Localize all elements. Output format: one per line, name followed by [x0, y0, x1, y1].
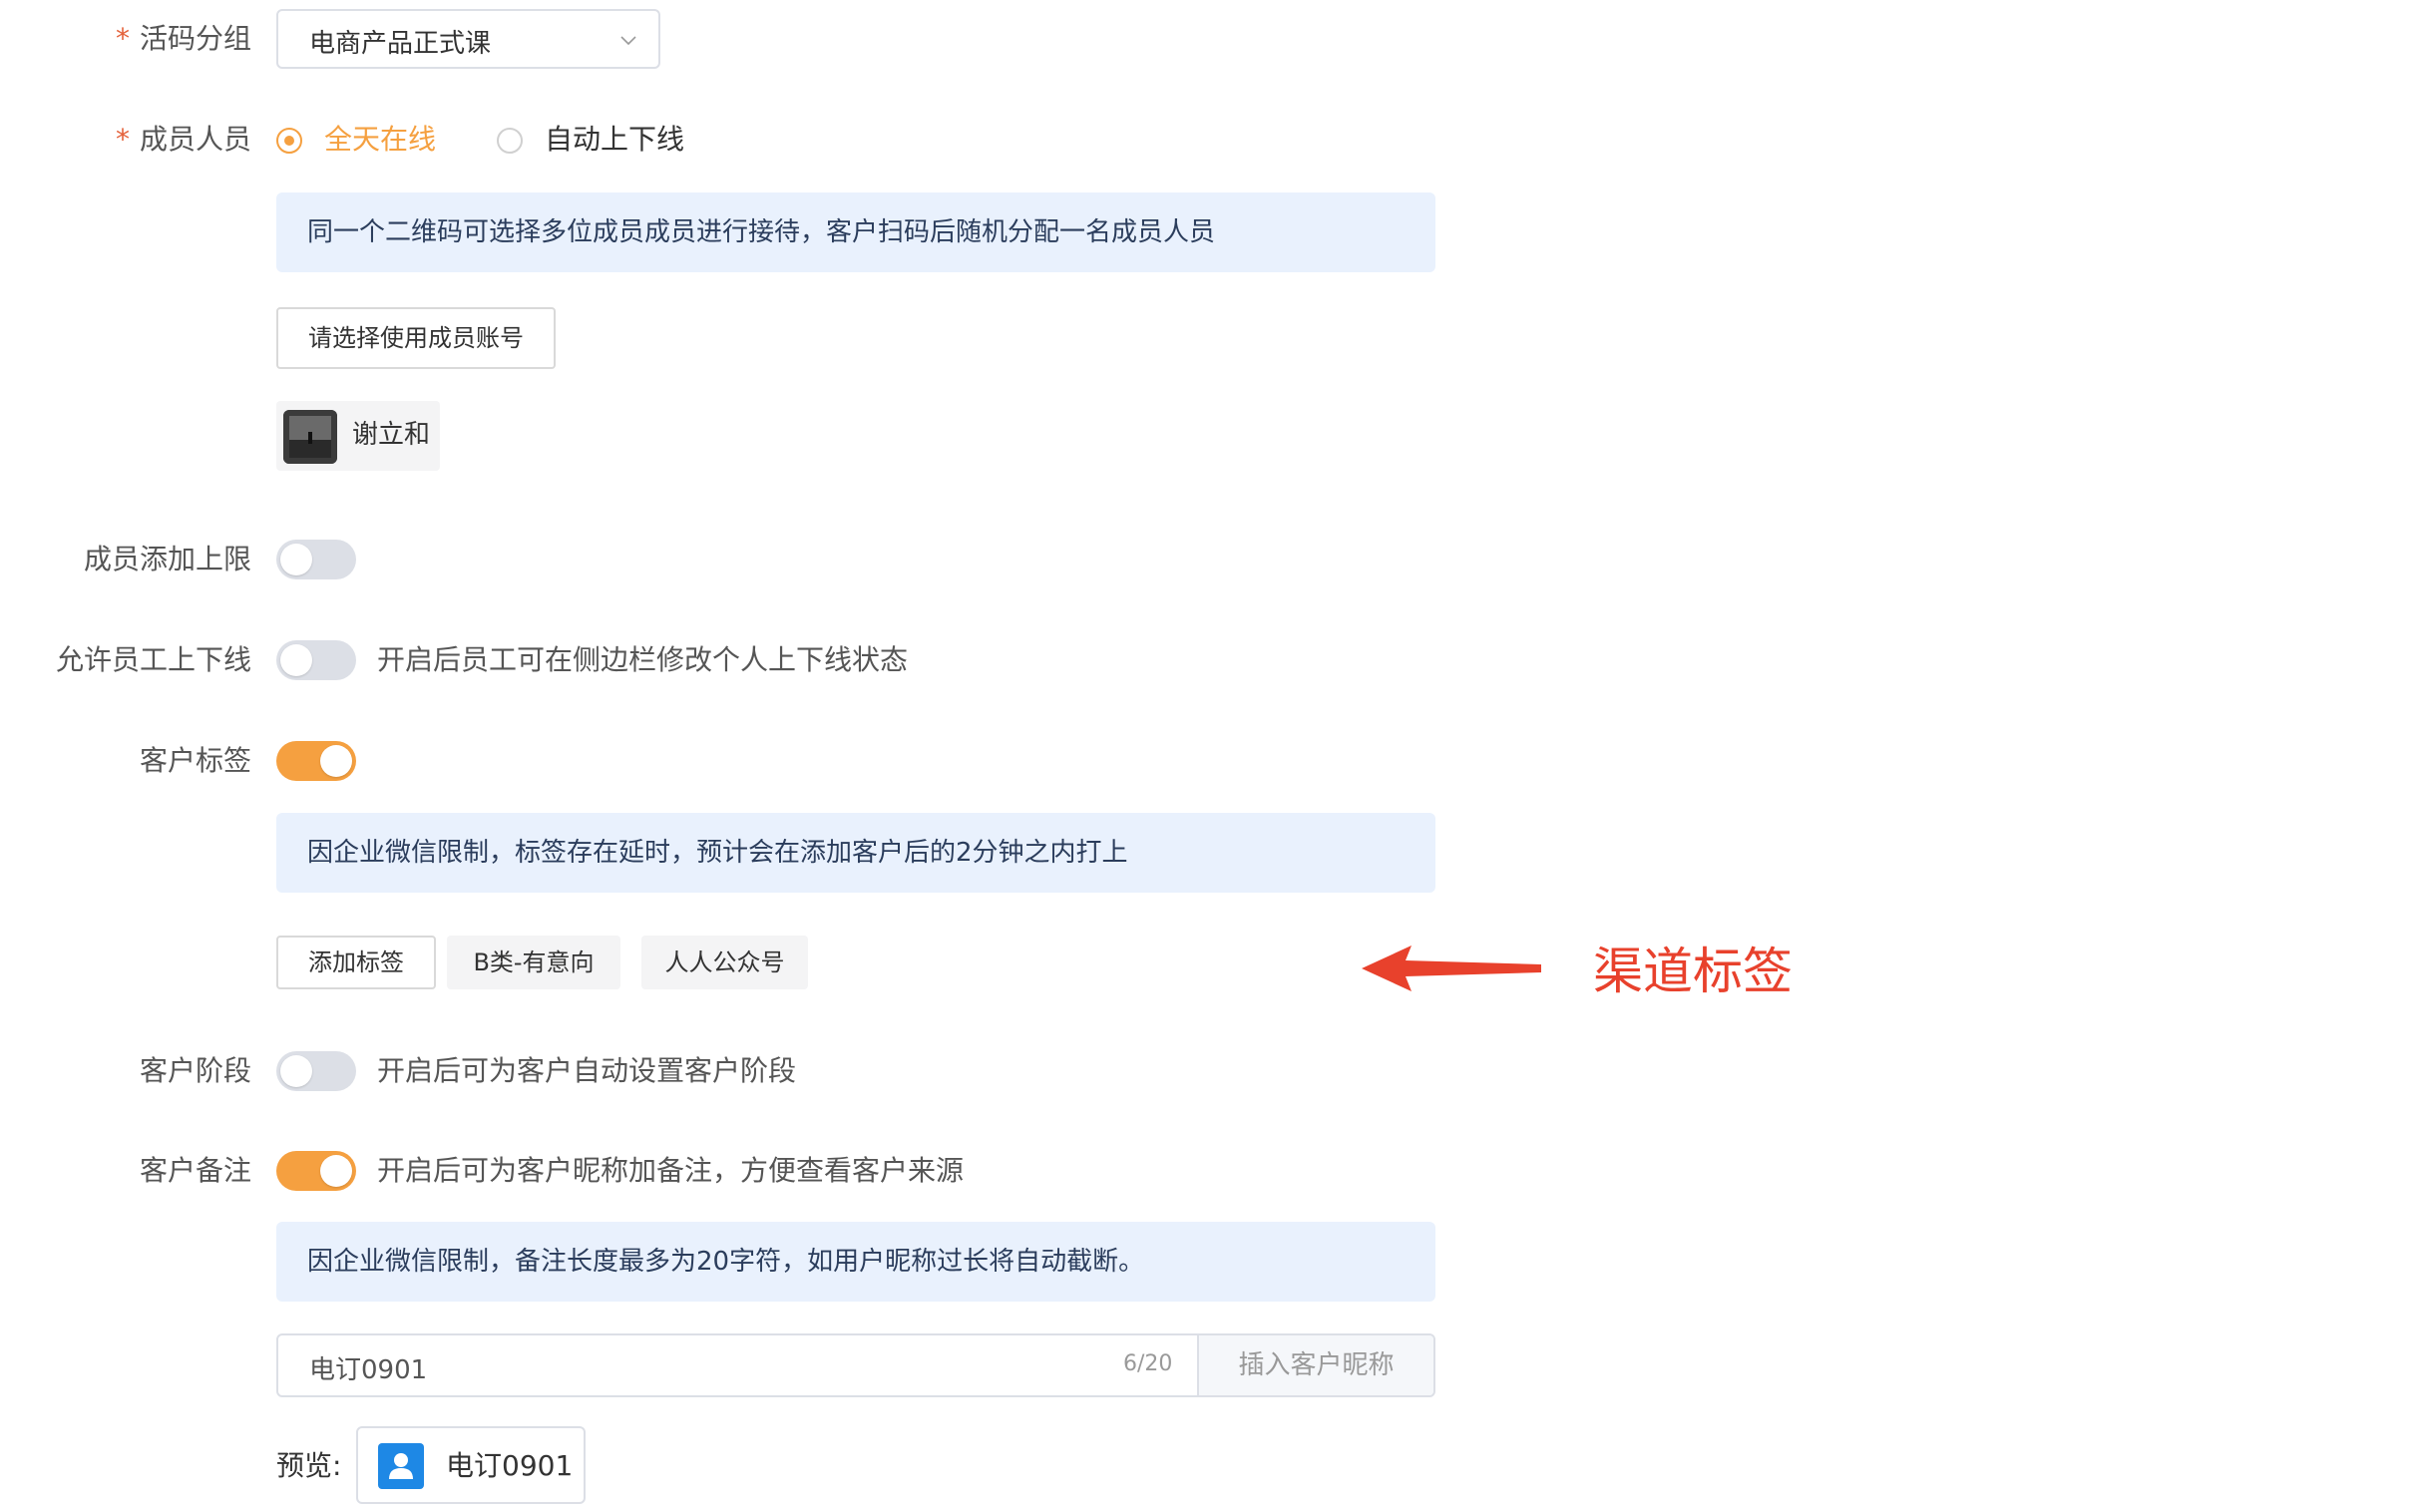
members-info-banner: 同一个二维码可选择多位成员成员进行接待，客户扫码后随机分配一名成员人员: [276, 192, 1435, 272]
insert-nickname-button[interactable]: 插入客户昵称: [1197, 1335, 1433, 1395]
remark-char-counter: 6/20: [1123, 1351, 1173, 1376]
preview-card: 电订0901: [356, 1426, 586, 1504]
customer-stage-toggle[interactable]: [276, 1051, 356, 1091]
remark-input[interactable]: 电订0901: [309, 1349, 427, 1386]
customer-stage-hint: 开启后可为客户自动设置客户阶段: [377, 1054, 797, 1087]
group-select-value: 电商产品正式课: [309, 29, 492, 59]
group-label-text: 活码分组: [139, 22, 251, 55]
members-label-text: 成员人员: [139, 123, 251, 156]
member-avatar: [283, 410, 337, 464]
member-chip[interactable]: 谢立和: [276, 401, 440, 471]
tag-chip[interactable]: B类-有意向: [447, 936, 620, 989]
required-mark: *: [115, 123, 130, 156]
arrow-left-icon: [1362, 945, 1541, 991]
allow-online-hint: 开启后员工可在侧边栏修改个人上下线状态: [377, 643, 909, 676]
allow-online-toggle[interactable]: [276, 640, 356, 680]
chevron-down-icon: [620, 36, 636, 46]
remark-input-group: 电订0901 6/20 插入客户昵称: [276, 1333, 1435, 1397]
annotation-text: 渠道标签: [1593, 943, 1793, 1000]
radio-all-day-label[interactable]: 全天在线: [324, 120, 436, 160]
customer-tags-info-banner: 因企业微信限制，标签存在延时，预计会在添加客户后的2分钟之内打上: [276, 813, 1435, 893]
allow-online-label: 允许员工上下线: [55, 643, 251, 676]
member-limit-label: 成员添加上限: [83, 543, 251, 575]
customer-stage-label: 客户阶段: [139, 1054, 251, 1087]
customer-remark-hint: 开启后可为客户昵称加备注，方便查看客户来源: [377, 1154, 965, 1187]
members-label: * 成员人员: [116, 120, 251, 160]
radio-auto-online-label[interactable]: 自动上下线: [545, 120, 684, 160]
required-mark: *: [115, 22, 130, 55]
preview-name: 电订0901: [446, 1449, 574, 1482]
customer-remark-label: 客户备注: [139, 1154, 251, 1187]
user-icon: [378, 1443, 424, 1489]
customer-tags-label: 客户标签: [139, 744, 251, 777]
group-select[interactable]: 电商产品正式课: [276, 9, 660, 69]
radio-auto-online[interactable]: [497, 128, 523, 154]
avatar-image-icon: [283, 410, 337, 464]
preview-label: 预览:: [276, 1449, 342, 1482]
member-name: 谢立和: [352, 420, 431, 450]
customer-remark-info-banner: 因企业微信限制，备注长度最多为20字符，如用户昵称过长将自动截断。: [276, 1222, 1435, 1302]
tag-chip[interactable]: 人人公众号: [641, 936, 808, 989]
member-limit-toggle[interactable]: [276, 540, 356, 579]
select-member-button[interactable]: 请选择使用成员账号: [276, 307, 556, 369]
group-label: * 活码分组: [116, 19, 251, 59]
customer-remark-toggle[interactable]: [276, 1151, 356, 1191]
customer-tags-toggle[interactable]: [276, 741, 356, 781]
radio-all-day[interactable]: [276, 128, 302, 154]
add-tag-button[interactable]: 添加标签: [276, 936, 436, 989]
